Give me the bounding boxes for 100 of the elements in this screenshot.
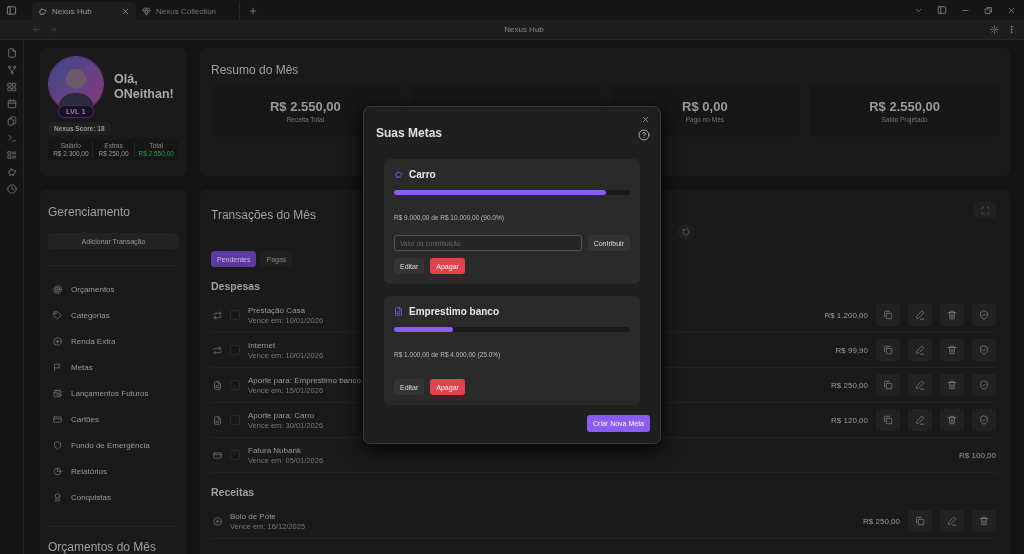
calendar-icon[interactable] [6, 99, 17, 109]
delete-icon [947, 380, 957, 390]
card-icon [53, 414, 62, 424]
mark-paid-button[interactable] [972, 304, 996, 326]
copy-button[interactable] [876, 339, 900, 361]
panel-title: Orçamentos do Mês [48, 540, 158, 554]
edit-button[interactable] [908, 339, 932, 361]
piggy-bank-icon[interactable] [6, 167, 17, 177]
edit-button[interactable] [908, 409, 932, 431]
edit-button[interactable] [908, 374, 932, 396]
edit-icon [915, 310, 925, 320]
mark-paid-button[interactable] [972, 339, 996, 361]
copy-button[interactable] [876, 409, 900, 431]
award-icon [53, 492, 62, 502]
menu-item[interactable]: Cartões [48, 406, 179, 432]
delete-button[interactable] [940, 409, 964, 431]
mark-paid-button[interactable] [972, 409, 996, 431]
edit-icon [947, 516, 957, 526]
shield-check-icon [979, 415, 989, 425]
copy-button[interactable] [876, 374, 900, 396]
help-icon[interactable] [638, 129, 650, 141]
terminal-icon[interactable] [6, 133, 17, 143]
refresh-button[interactable] [678, 224, 694, 240]
refresh-icon [682, 228, 690, 236]
grid-icon[interactable] [6, 82, 17, 92]
shield-icon [53, 440, 62, 450]
pages-icon[interactable] [6, 116, 17, 126]
repeat-icon [213, 345, 222, 355]
back-icon[interactable] [32, 25, 41, 34]
panel-title: Gerenciamento [48, 205, 132, 219]
goal-name: Carro [409, 169, 436, 180]
branch-icon[interactable] [6, 65, 17, 75]
close-icon[interactable] [1007, 5, 1016, 15]
clock-icon[interactable] [6, 184, 17, 194]
card-icon [213, 450, 222, 460]
forward-icon[interactable] [49, 25, 58, 34]
menu-item[interactable]: Categorias [48, 302, 179, 328]
sidebar-icon[interactable] [937, 5, 947, 15]
edit-icon [915, 380, 925, 390]
edit-button[interactable] [940, 510, 964, 532]
repeat-icon [213, 310, 222, 320]
transaction-amount: R$ 250,00 [863, 516, 900, 526]
expand-icon [980, 205, 990, 215]
transaction-amount: R$ 1.200,00 [824, 310, 868, 320]
tab[interactable]: Nexus Hub [32, 2, 136, 20]
edit-button[interactable] [908, 304, 932, 326]
target-icon [53, 284, 62, 294]
restore-icon[interactable] [984, 5, 993, 15]
menu-item[interactable]: Metas [48, 354, 179, 380]
menu-item[interactable]: Lançamentos Futuros [48, 380, 179, 406]
copy-icon [883, 345, 893, 355]
plus-circle-icon [213, 516, 222, 526]
menu-item[interactable]: Relatórios [48, 458, 179, 484]
shield-check-icon [979, 380, 989, 390]
file-icon[interactable] [6, 48, 17, 58]
close-icon[interactable] [641, 115, 650, 124]
delete-icon [979, 516, 989, 526]
plus-circle-icon [53, 336, 62, 346]
delete-button[interactable] [940, 304, 964, 326]
sidebar-toggle-icon[interactable] [6, 4, 17, 16]
more-icon[interactable] [1007, 25, 1016, 34]
delete-button[interactable] [972, 510, 996, 532]
menu-item[interactable]: Fundo de Emergência [48, 432, 179, 458]
delete-icon [947, 415, 957, 425]
modal-title: Suas Metas [376, 126, 443, 140]
transaction-name: Prestação Casa [248, 305, 305, 315]
piggy-bank-icon [394, 170, 403, 179]
shield-check-icon [979, 345, 989, 355]
summary-value: R$ 0,00 [682, 99, 728, 114]
menu-item[interactable]: Renda Extra [48, 328, 179, 354]
list-icon[interactable] [6, 150, 17, 160]
menu-item[interactable]: Conquistas [48, 484, 179, 510]
greeting: Olá, ONeithan! [114, 72, 175, 102]
copy-button[interactable] [876, 304, 900, 326]
fullscreen-button[interactable] [974, 202, 996, 218]
transaction-name: Bolo de Pote [230, 511, 276, 521]
mark-paid-button[interactable] [972, 374, 996, 396]
section-title: Receitas [211, 486, 256, 498]
document-icon [213, 415, 222, 425]
menu-item[interactable]: Orçamentos [48, 276, 179, 302]
document-icon [213, 380, 222, 390]
gem-icon [142, 6, 151, 16]
delete-button[interactable] [940, 374, 964, 396]
window-title: Nexus Hub [503, 25, 545, 34]
shield-check-icon [979, 310, 989, 320]
pie-chart-icon [53, 466, 62, 476]
settings-icon[interactable] [990, 25, 999, 34]
edit-icon [915, 415, 925, 425]
new-tab-icon[interactable] [248, 6, 258, 16]
delete-icon [947, 310, 957, 320]
transaction-name: Internet [248, 340, 276, 350]
goal-name: Emprestimo banco [409, 306, 500, 317]
transaction-amount: R$ 250,00 [831, 380, 868, 390]
panel-title: Resumo do Mês [211, 63, 300, 77]
copy-button[interactable] [908, 510, 932, 532]
delete-button[interactable] [940, 339, 964, 361]
copy-icon [883, 310, 893, 320]
calendar-clock-icon [53, 388, 62, 398]
close-icon[interactable] [121, 6, 130, 16]
edit-icon [915, 345, 925, 355]
